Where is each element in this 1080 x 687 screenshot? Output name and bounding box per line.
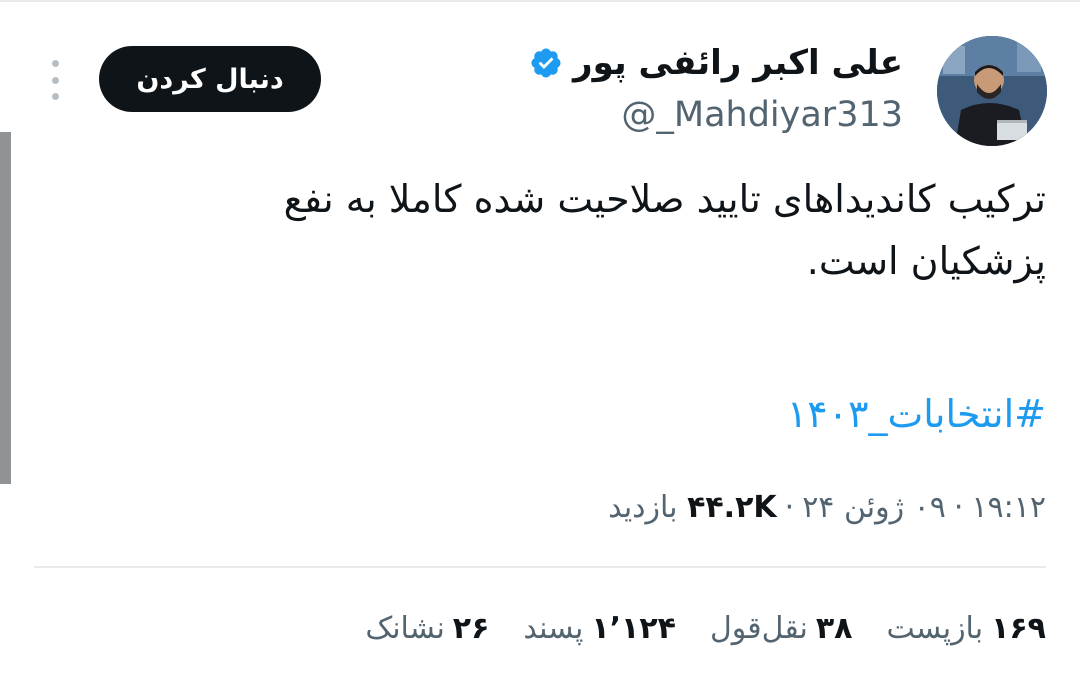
follow-button[interactable]: دنبال کردن	[99, 46, 321, 112]
views-label: بازدید	[608, 490, 678, 525]
verified-badge-icon	[529, 46, 563, 80]
more-dot	[51, 93, 59, 100]
separator-dot: ·	[784, 490, 795, 525]
more-dot	[51, 76, 59, 84]
likes-label: پسند	[523, 611, 584, 646]
more-vertical-icon[interactable]	[44, 60, 66, 100]
more-dot	[51, 60, 59, 67]
separator-dot: ·	[953, 490, 964, 525]
author-display-name[interactable]: علی اکبر رائفی پور	[529, 40, 903, 86]
likes-count: ۱٬۱۲۴	[591, 611, 676, 646]
quotes-count: ۳۸	[815, 611, 853, 646]
tweet-meta: ۱۹:۱۲·۰۹ ژوئن ۲۴·۴۴.۲K بازدید	[608, 486, 1046, 530]
tweet-text-line: پزشکیان است.	[806, 239, 1046, 283]
tweet-text: ترکیب کاندیداهای تایید صلاحیت شده کاملا …	[146, 168, 1046, 292]
retweets-label: بازپست	[886, 611, 984, 646]
tweet-date[interactable]: ۰۹ ژوئن ۲۴	[802, 490, 946, 525]
hashtag-link[interactable]: #انتخابات_۱۴۰۳	[787, 386, 1046, 442]
tweet-stats: ۱۶۹بازپست ۳۸نقل‌قول ۱٬۱۲۴پسند ۲۶نشانک	[365, 605, 1046, 653]
author-name-text[interactable]: علی اکبر رائفی پور	[573, 40, 903, 86]
bookmarks-stat[interactable]: ۲۶نشانک	[365, 605, 489, 653]
tweet-text-line: ترکیب کاندیداهای تایید صلاحیت شده کاملا …	[283, 177, 1046, 221]
views-count[interactable]: ۴۴.۲K	[687, 490, 777, 525]
retweets-stat[interactable]: ۱۶۹بازپست	[887, 605, 1047, 653]
tweet-time[interactable]: ۱۹:۱۲	[971, 490, 1046, 525]
retweets-count: ۱۶۹	[991, 611, 1046, 646]
stats-divider	[34, 566, 1046, 568]
top-divider	[0, 0, 1080, 2]
author-handle[interactable]: @_Mahdiyar313	[621, 92, 903, 138]
bookmarks-count: ۲۶	[452, 611, 490, 646]
scroll-indicator[interactable]	[0, 132, 11, 484]
likes-stat[interactable]: ۱٬۱۲۴پسند	[523, 605, 676, 653]
avatar[interactable]	[937, 36, 1047, 146]
bookmarks-label: نشانک	[365, 611, 445, 646]
quotes-label: نقل‌قول	[709, 611, 808, 646]
quotes-stat[interactable]: ۳۸نقل‌قول	[710, 605, 853, 653]
